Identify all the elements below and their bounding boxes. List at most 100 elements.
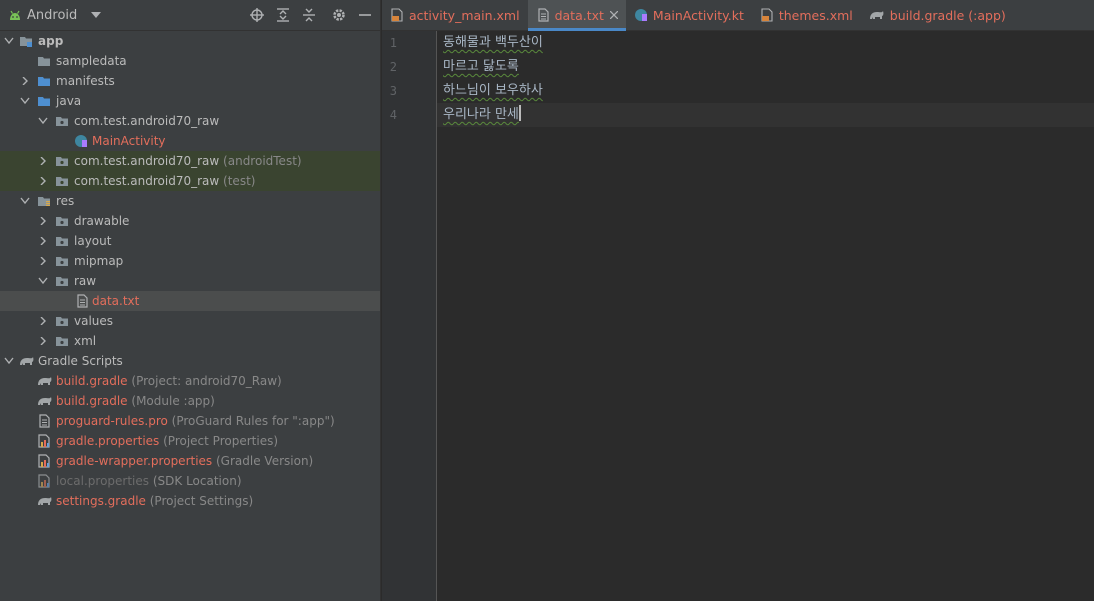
tree-item-label: mipmap bbox=[74, 254, 124, 268]
chevron-down-icon[interactable] bbox=[38, 117, 48, 125]
tree-item-label: build.gradle bbox=[56, 374, 128, 388]
chevron-right-icon[interactable] bbox=[38, 177, 48, 185]
tree-item-label: manifests bbox=[56, 74, 115, 88]
tree-item-app[interactable]: app bbox=[0, 31, 380, 51]
tree-item-java[interactable]: java bbox=[0, 91, 380, 111]
tree-item-package-androidtest[interactable]: com.test.android70_raw (androidTest) bbox=[0, 151, 380, 171]
chevron-right-icon[interactable] bbox=[38, 257, 48, 265]
tree-item-label: local.properties bbox=[56, 474, 150, 488]
tree-item-res[interactable]: res bbox=[0, 191, 380, 211]
kotlin-class-icon bbox=[634, 9, 647, 21]
gradle-elephant-icon bbox=[38, 377, 52, 385]
tree-item-gradle-properties[interactable]: gradle.properties (Project Properties) bbox=[0, 431, 380, 451]
chevron-down-icon[interactable] bbox=[20, 197, 30, 205]
editor-tab-bar: activity_main.xml data.txt MainActivity.… bbox=[382, 0, 1094, 31]
text-editor[interactable]: 1 2 3 4 동해물과 백두산이 마르고 닳도록 하느님이 보우하사 우리나라… bbox=[382, 31, 1094, 601]
tab-mainactivity-kt[interactable]: MainActivity.kt bbox=[626, 0, 752, 30]
folder-icon bbox=[56, 237, 68, 246]
chevron-right-icon[interactable] bbox=[20, 77, 30, 85]
code-line-current[interactable]: 우리나라 만세 bbox=[437, 103, 1094, 127]
tree-item-proguard-rules[interactable]: proguard-rules.pro (ProGuard Rules for "… bbox=[0, 411, 380, 431]
locate-file-icon[interactable] bbox=[249, 7, 265, 23]
tree-item-gradle-wrapper-properties[interactable]: gradle-wrapper.properties (Gradle Versio… bbox=[0, 451, 380, 471]
tree-item-label: drawable bbox=[74, 214, 130, 228]
chevron-down-icon[interactable] bbox=[4, 357, 14, 365]
tree-item-xml[interactable]: xml bbox=[0, 331, 380, 351]
tree-item-mainactivity[interactable]: MainActivity bbox=[0, 131, 380, 151]
chevron-right-icon[interactable] bbox=[38, 237, 48, 245]
tree-item-label: sampledata bbox=[56, 54, 127, 68]
properties-file-icon bbox=[38, 454, 50, 468]
tab-themes-xml[interactable]: themes.xml bbox=[752, 0, 861, 30]
tree-item-settings-gradle[interactable]: settings.gradle (Project Settings) bbox=[0, 491, 380, 511]
module-folder-icon bbox=[20, 37, 32, 47]
close-icon[interactable] bbox=[609, 11, 618, 19]
tree-item-secondary: (Project: android70_Raw) bbox=[131, 374, 282, 388]
minimize-icon[interactable] bbox=[357, 7, 373, 23]
package-icon bbox=[56, 117, 68, 126]
tree-item-secondary: (Project Settings) bbox=[149, 494, 254, 508]
chevron-down-icon[interactable] bbox=[4, 37, 14, 45]
tree-item-label: res bbox=[56, 194, 75, 208]
tree-item-label: proguard-rules.pro bbox=[56, 414, 168, 428]
gradle-elephant-icon bbox=[38, 497, 52, 505]
expand-all-icon[interactable] bbox=[275, 7, 291, 23]
resource-folder-icon bbox=[38, 197, 50, 206]
tree-item-raw[interactable]: raw bbox=[0, 271, 380, 291]
tab-label: data.txt bbox=[554, 7, 604, 23]
gradle-elephant-icon bbox=[38, 397, 52, 405]
project-view-label: Android bbox=[27, 7, 78, 23]
tree-item-package[interactable]: com.test.android70_raw bbox=[0, 111, 380, 131]
chevron-right-icon[interactable] bbox=[38, 317, 48, 325]
tree-item-layout[interactable]: layout bbox=[0, 231, 380, 251]
tree-item-text: gradle.properties (Project Properties) bbox=[56, 431, 278, 451]
tab-activity-main-xml[interactable]: activity_main.xml bbox=[382, 0, 528, 30]
tree-item-secondary: (SDK Location) bbox=[152, 474, 242, 488]
project-panel-actions bbox=[239, 7, 373, 23]
tree-item-drawable[interactable]: drawable bbox=[0, 211, 380, 231]
folder-icon bbox=[56, 277, 68, 286]
project-tool-window: Android app sampledata manifests java co… bbox=[0, 0, 381, 601]
collapse-all-icon[interactable] bbox=[301, 7, 317, 23]
tree-item-label: values bbox=[74, 314, 114, 328]
code-line[interactable]: 마르고 닳도록 bbox=[437, 55, 1094, 79]
line-number: 3 bbox=[389, 84, 397, 98]
tab-data-txt[interactable]: data.txt bbox=[527, 0, 627, 31]
chevron-down-icon bbox=[91, 12, 102, 18]
tree-item-build-gradle-module[interactable]: build.gradle (Module :app) bbox=[0, 391, 380, 411]
code-line[interactable]: 하느님이 보우하사 bbox=[437, 79, 1094, 103]
chevron-down-icon[interactable] bbox=[38, 277, 48, 285]
tree-item-local-properties[interactable]: local.properties (SDK Location) bbox=[0, 471, 380, 491]
tree-item-package-test[interactable]: com.test.android70_raw (test) bbox=[0, 171, 380, 191]
source-folder-icon bbox=[38, 97, 50, 106]
folder-icon bbox=[38, 77, 50, 86]
tree-item-data-txt[interactable]: data.txt bbox=[0, 291, 380, 311]
properties-file-icon bbox=[38, 434, 50, 448]
tree-item-build-gradle-project[interactable]: build.gradle (Project: android70_Raw) bbox=[0, 371, 380, 391]
gear-icon[interactable] bbox=[331, 7, 347, 23]
tree-item-manifests[interactable]: manifests bbox=[0, 71, 380, 91]
tree-item-label: data.txt bbox=[92, 294, 140, 308]
tree-item-label: build.gradle bbox=[56, 394, 128, 408]
code-line-text: 우리나라 만세 bbox=[443, 107, 519, 122]
tree-item-gradle-scripts[interactable]: Gradle Scripts bbox=[0, 351, 380, 371]
tree-item-secondary: (test) bbox=[223, 174, 256, 188]
tree-item-text: gradle-wrapper.properties (Gradle Versio… bbox=[56, 451, 313, 471]
chevron-right-icon[interactable] bbox=[38, 157, 48, 165]
project-view-selector[interactable]: Android bbox=[8, 7, 102, 23]
xml-layout-icon bbox=[391, 8, 403, 22]
tree-item-text: local.properties (SDK Location) bbox=[56, 471, 242, 491]
tree-item-text: settings.gradle (Project Settings) bbox=[56, 491, 253, 511]
folder-icon bbox=[56, 337, 68, 346]
tab-build-gradle-app[interactable]: build.gradle (:app) bbox=[861, 0, 1014, 30]
tree-item-mipmap[interactable]: mipmap bbox=[0, 251, 380, 271]
text-caret bbox=[518, 105, 521, 121]
tree-item-sampledata[interactable]: sampledata bbox=[0, 51, 380, 71]
chevron-right-icon[interactable] bbox=[38, 337, 48, 345]
chevron-down-icon[interactable] bbox=[20, 97, 30, 105]
tab-label: themes.xml bbox=[778, 7, 853, 23]
chevron-right-icon[interactable] bbox=[38, 217, 48, 225]
code-line[interactable]: 동해물과 백두산이 bbox=[437, 31, 1094, 55]
tree-item-values[interactable]: values bbox=[0, 311, 380, 331]
tree-item-label: settings.gradle bbox=[56, 494, 146, 508]
